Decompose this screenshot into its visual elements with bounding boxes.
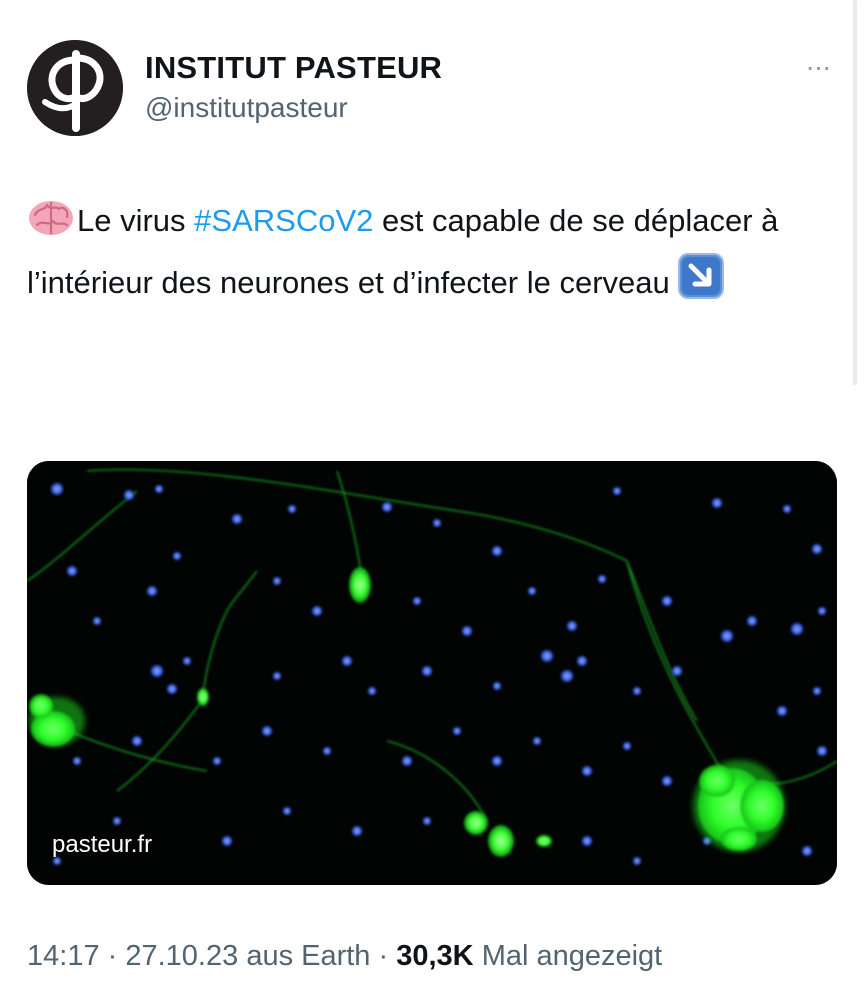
media-source-label: pasteur.fr xyxy=(52,831,153,858)
down-right-arrow-icon xyxy=(678,253,725,315)
tweet-source: aus Earth xyxy=(246,940,371,972)
views-label: Mal angezeigt xyxy=(481,940,663,972)
author-handle[interactable]: @institutpasteur xyxy=(145,92,348,124)
tweet-text: Le virus #SARSCoV2 est capable de se dép… xyxy=(27,194,837,315)
tweet-date[interactable]: 27.10.23 xyxy=(125,940,238,972)
scrollbar[interactable] xyxy=(853,0,857,385)
views-count[interactable]: 30,3K xyxy=(396,940,473,972)
meta-separator: · xyxy=(370,940,397,972)
meta-separator: · xyxy=(99,940,126,972)
tweet-media-image[interactable]: pasteur.fr xyxy=(27,461,837,885)
institut-pasteur-logo-icon xyxy=(27,40,123,136)
tweet-meta: 14:17 · 27.10.23 aus Earth · 30,3K Mal a… xyxy=(27,940,662,973)
more-options-icon[interactable]: ··· xyxy=(796,52,840,82)
hashtag-link[interactable]: #SARSCoV2 xyxy=(194,203,373,238)
brain-emoji-icon xyxy=(27,197,75,253)
tweet-time[interactable]: 14:17 xyxy=(27,940,100,972)
neuron-microscopy-image xyxy=(27,461,837,885)
avatar[interactable] xyxy=(27,40,123,136)
tweet-text-part1: Le virus xyxy=(77,203,195,238)
author-name[interactable]: INSTITUT PASTEUR xyxy=(145,50,442,86)
